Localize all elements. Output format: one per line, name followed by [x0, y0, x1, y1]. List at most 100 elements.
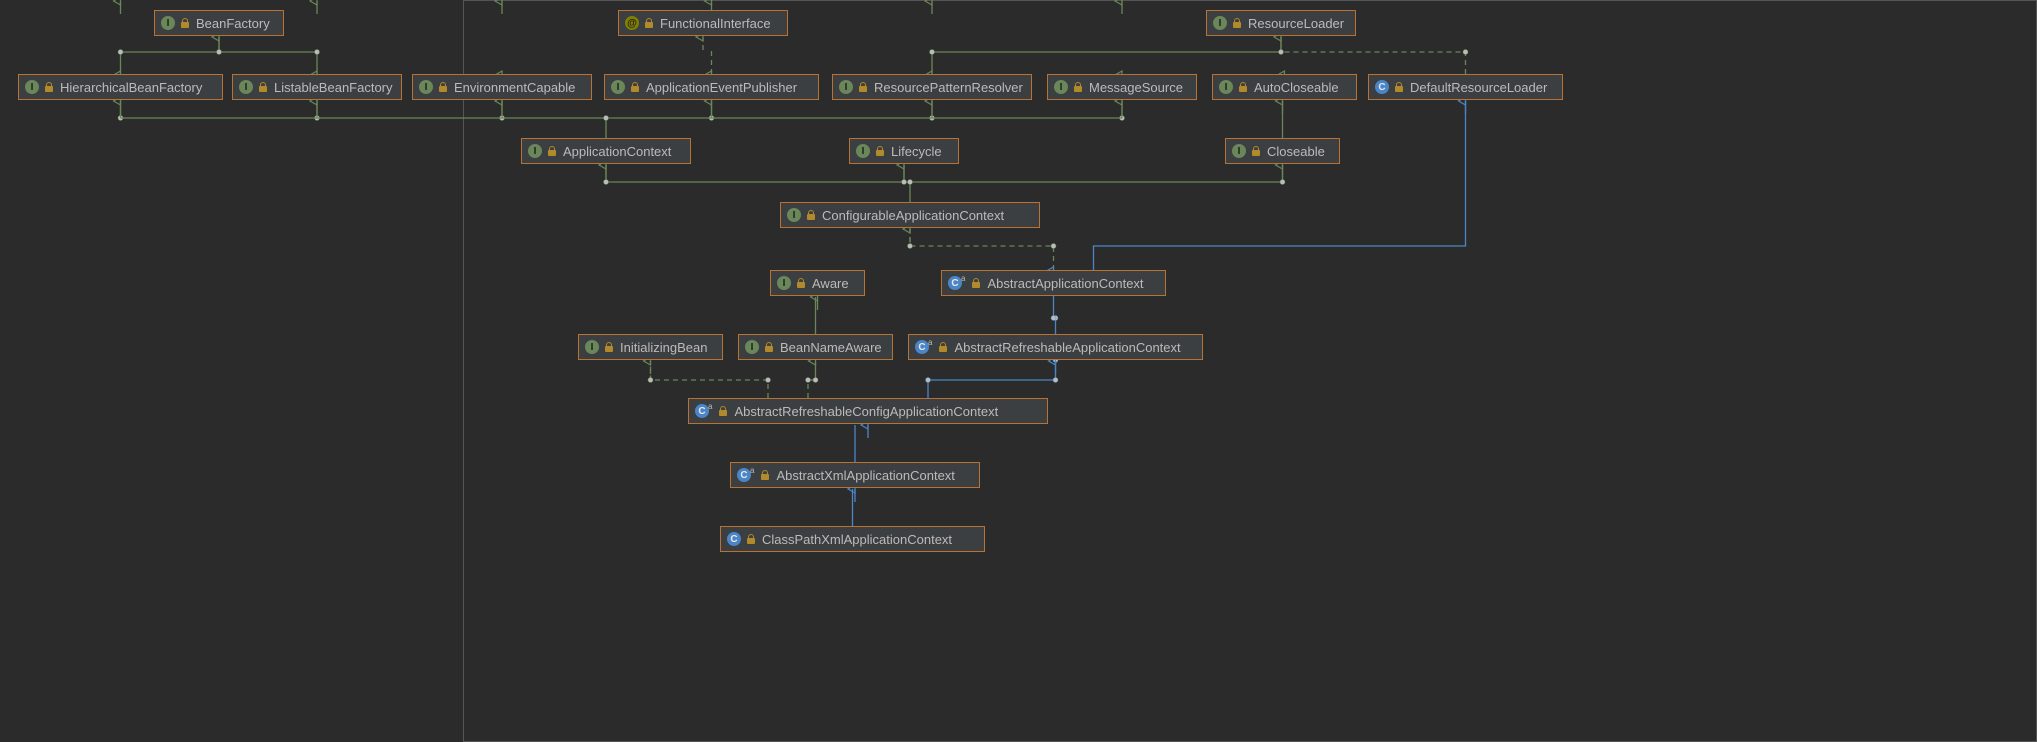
edge-joint-dot [930, 116, 935, 121]
edge-joint-dot [1053, 378, 1058, 383]
edge-joint-dot [1280, 180, 1285, 185]
edge-rp-rl [932, 52, 1281, 74]
abstract-marker-icon: a [708, 402, 712, 411]
node-applicationContext[interactable]: ApplicationContext [521, 138, 691, 164]
node-label: ClassPathXmlApplicationContext [762, 532, 952, 547]
node-autoCloseable[interactable]: AutoCloseable [1212, 74, 1357, 100]
edge-joint-dot [709, 116, 714, 121]
lock-icon [258, 82, 268, 92]
interface-icon [787, 208, 801, 222]
lock-icon [1251, 146, 1261, 156]
node-configurableAppCtx[interactable]: ConfigurableApplicationContext [780, 202, 1040, 228]
edge-joint-dot [813, 378, 818, 383]
node-label: MessageSource [1089, 80, 1183, 95]
abstract-marker-icon: a [750, 466, 754, 475]
lock-icon [1232, 18, 1242, 28]
edge-aac-drl [1094, 101, 1466, 270]
node-label: Lifecycle [891, 144, 942, 159]
edge-joint-dot [1279, 50, 1284, 55]
node-listableBeanFactory[interactable]: ListableBeanFactory [232, 74, 402, 100]
annotation-icon [625, 16, 639, 30]
lock-icon [764, 342, 774, 352]
edge-joint-dot [766, 378, 771, 383]
interface-icon [25, 80, 39, 94]
edge-joint-dot [806, 378, 811, 383]
node-label: AbstractRefreshableApplicationContext [954, 340, 1180, 355]
lock-icon [1394, 82, 1404, 92]
lock-icon [760, 470, 770, 480]
interface-icon [419, 80, 433, 94]
interface-icon [856, 144, 870, 158]
edge-aac-cac [910, 229, 1054, 270]
node-label: EnvironmentCapable [454, 80, 575, 95]
node-closeable[interactable]: Closeable [1225, 138, 1340, 164]
interface-icon [585, 340, 599, 354]
abstract-icon [948, 276, 962, 290]
node-label: AutoCloseable [1254, 80, 1339, 95]
edge-joint-dot [604, 116, 609, 121]
edge-joint-dot [604, 180, 609, 185]
node-abstractAppCtx[interactable]: aAbstractApplicationContext [941, 270, 1166, 296]
node-label: Aware [812, 276, 849, 291]
interface-icon [745, 340, 759, 354]
lock-icon [718, 406, 728, 416]
node-label: ResourceLoader [1248, 16, 1344, 31]
node-label: AbstractApplicationContext [987, 276, 1143, 291]
node-beanNameAware[interactable]: BeanNameAware [738, 334, 893, 360]
node-label: ListableBeanFactory [274, 80, 393, 95]
edge-joint-dot [217, 50, 222, 55]
node-label: AbstractRefreshableConfigApplicationCont… [734, 404, 998, 419]
lock-icon [1073, 82, 1083, 92]
node-aware[interactable]: Aware [770, 270, 865, 296]
interface-icon [161, 16, 175, 30]
node-applicationEventPublisher[interactable]: ApplicationEventPublisher [604, 74, 819, 100]
interface-icon [239, 80, 253, 94]
edge-joint-dot [908, 180, 913, 185]
node-resourceLoader[interactable]: ResourceLoader [1206, 10, 1356, 36]
node-classPathXmlAppCtx[interactable]: ClassPathXmlApplicationContext [720, 526, 985, 552]
lock-icon [806, 210, 816, 220]
abstract-icon [737, 468, 751, 482]
node-initializingBean[interactable]: InitializingBean [578, 334, 723, 360]
lock-icon [796, 278, 806, 288]
node-label: ApplicationEventPublisher [646, 80, 797, 95]
node-defaultResourceLoader[interactable]: DefaultResourceLoader [1368, 74, 1563, 100]
class-icon [727, 532, 741, 546]
node-label: InitializingBean [620, 340, 707, 355]
lock-icon [938, 342, 948, 352]
edge-joint-dot [1053, 316, 1058, 321]
node-label: ConfigurableApplicationContext [822, 208, 1004, 223]
lock-icon [438, 82, 448, 92]
node-lifecycle[interactable]: Lifecycle [849, 138, 959, 164]
class-diagram-canvas[interactable]: BeanFactory FunctionalInterface ResourceLo… [0, 0, 2037, 742]
lock-icon [1238, 82, 1248, 92]
edge-arc-bn [808, 361, 816, 398]
node-label: BeanFactory [196, 16, 270, 31]
node-label: ApplicationContext [563, 144, 671, 159]
edge-joint-dot [1051, 244, 1056, 249]
class-icon [1375, 80, 1389, 94]
node-resourcePatternResolver[interactable]: ResourcePatternResolver [832, 74, 1032, 100]
node-abstractRefreshableAppCtx[interactable]: a AbstractRefreshableApplicationContext [908, 334, 1203, 360]
node-environmentCapable[interactable]: EnvironmentCapable [412, 74, 592, 100]
node-beanFactory[interactable]: BeanFactory [154, 10, 284, 36]
interface-icon [1213, 16, 1227, 30]
edge-joint-dot [118, 116, 123, 121]
node-hierarchicalBeanFactory[interactable]: HierarchicalBeanFactory [18, 74, 223, 100]
abstract-marker-icon: a [928, 338, 932, 347]
node-messageSource[interactable]: MessageSource [1047, 74, 1197, 100]
edge-joint-dot [500, 116, 505, 121]
edge-joint-dot [1463, 50, 1468, 55]
edge-joint-dot [1051, 316, 1056, 321]
edge-joint-dot [908, 244, 913, 249]
node-abstractXmlAppCtx[interactable]: aAbstractXmlApplicationContext [730, 462, 980, 488]
lock-icon [604, 342, 614, 352]
node-label: HierarchicalBeanFactory [60, 80, 202, 95]
edge-joint-dot [315, 116, 320, 121]
node-abstractRefreshableCfgCtx[interactable]: a AbstractRefreshableConfigApplicationCon… [688, 398, 1048, 424]
node-functionalInterface[interactable]: FunctionalInterface [618, 10, 788, 36]
abstract-icon [915, 340, 929, 354]
diagram-edges [0, 0, 2037, 742]
edge-joint-dot [926, 378, 931, 383]
edge-bf-children-bus [121, 52, 318, 74]
